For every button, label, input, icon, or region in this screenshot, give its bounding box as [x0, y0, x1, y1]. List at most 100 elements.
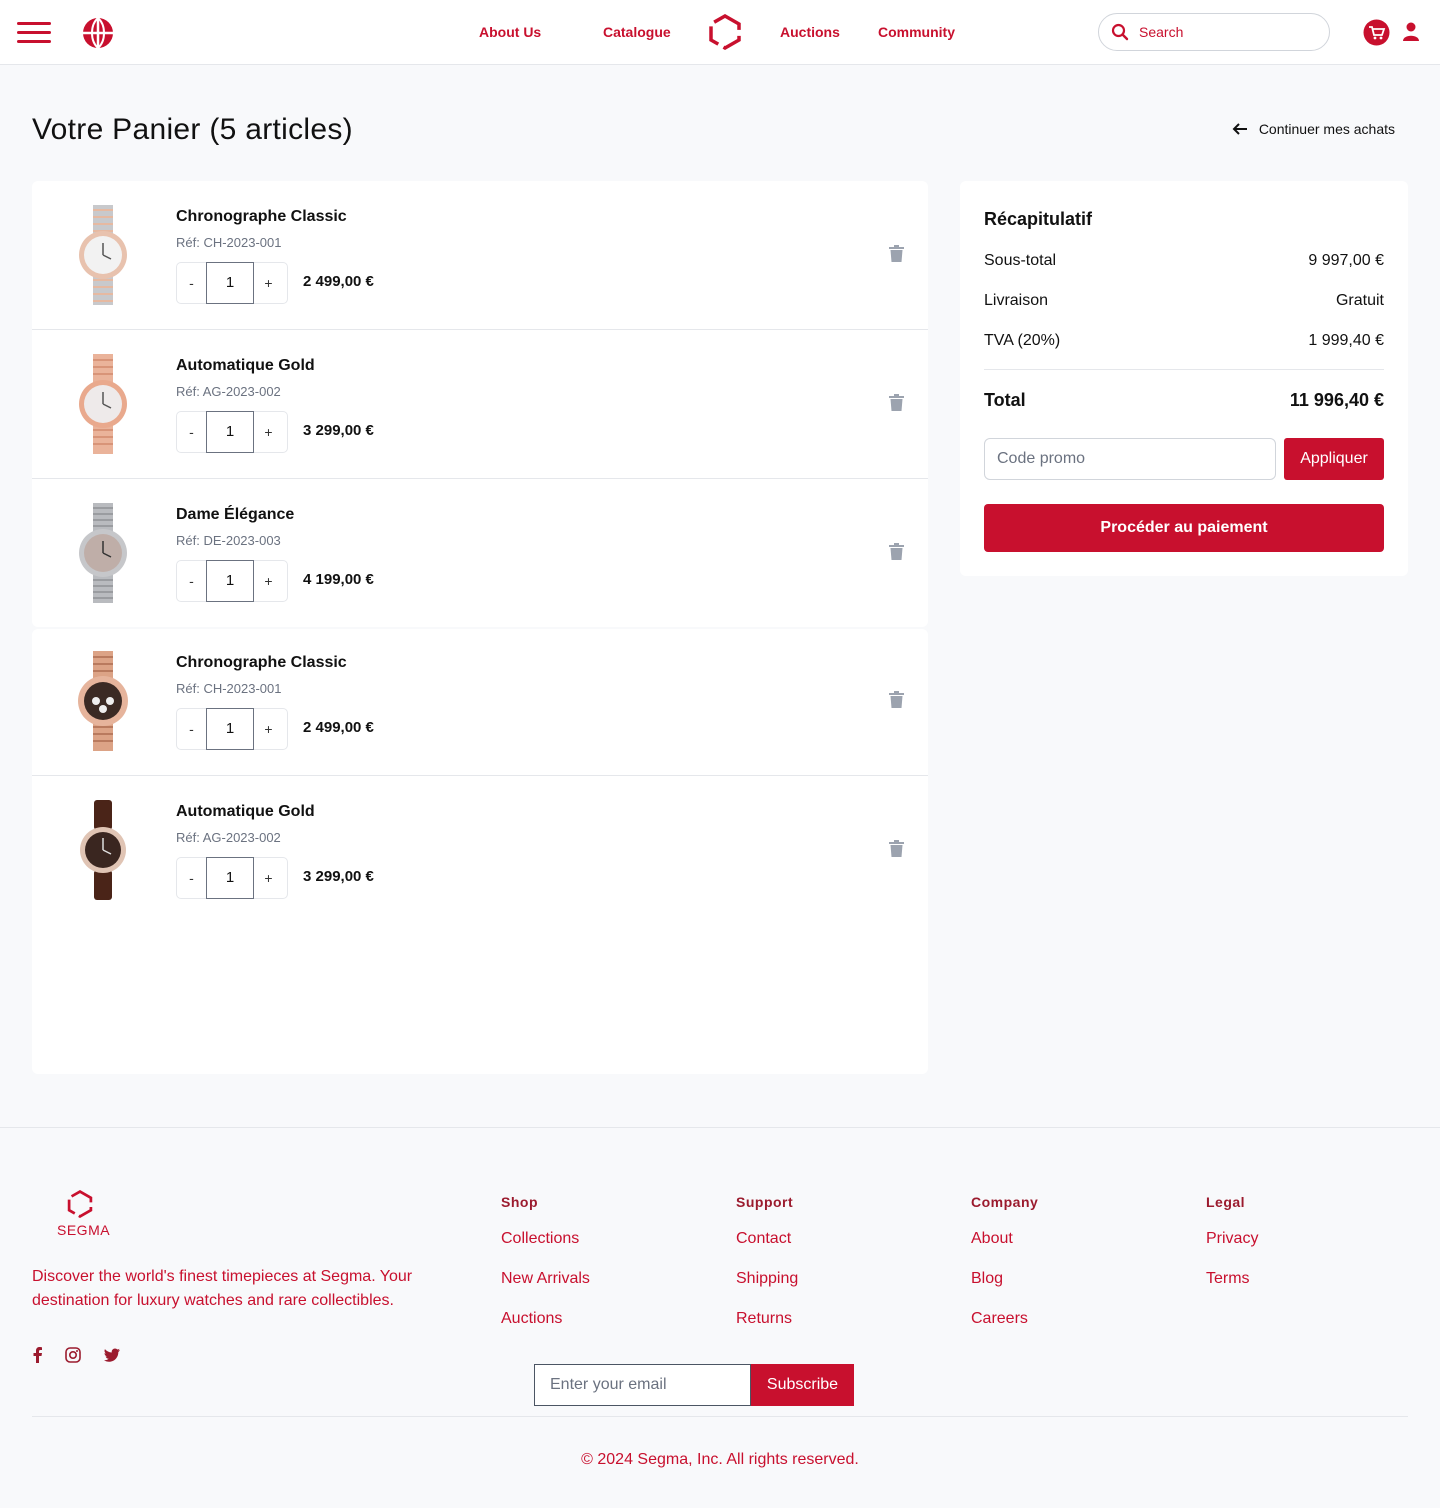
quantity-value[interactable]: 1 [206, 560, 254, 602]
footer-bottom-divider [32, 1416, 1408, 1417]
promo-code-input[interactable] [984, 438, 1276, 480]
quantity-value[interactable]: 1 [206, 411, 254, 453]
quantity-stepper: - 1 + [176, 560, 288, 602]
continue-shopping-link[interactable]: Continuer mes achats [1232, 121, 1395, 137]
total-label: Total [984, 390, 1026, 410]
item-ref: Réf: CH-2023-001 [176, 235, 282, 250]
watch-image [79, 354, 127, 454]
increase-qty-button[interactable]: + [254, 275, 283, 291]
page-title: Votre Panier (5 articles) [32, 113, 353, 146]
cart-item: Chronographe Classic Réf: CH-2023-001 - … [32, 627, 928, 776]
arrow-left-icon [1232, 123, 1247, 135]
increase-qty-button[interactable]: + [254, 424, 283, 440]
search-icon [1111, 23, 1129, 41]
decrease-qty-button[interactable]: - [177, 275, 206, 291]
subtotal-label: Sous-total [984, 252, 1057, 269]
footer-col-title-support: Support [736, 1194, 794, 1210]
item-name[interactable]: Automatique Gold [176, 803, 315, 821]
item-price: 2 499,00 € [303, 273, 374, 290]
shipping-value: Gratuit [1335, 292, 1384, 309]
footer-col-title-shop: Shop [501, 1194, 538, 1210]
quantity-stepper: - 1 + [176, 262, 288, 304]
tax-row: TVA (20%) 1 999,40 € [984, 332, 1384, 350]
watch-image [80, 800, 126, 900]
footer-link-auctions[interactable]: Auctions [501, 1310, 562, 1328]
item-name[interactable]: Dame Élégance [176, 506, 294, 524]
nav-about-us[interactable]: About Us [479, 24, 541, 40]
cart-item: Dame Élégance Réf: DE-2023-003 - 1 + 4 1… [32, 479, 928, 628]
nav-auctions[interactable]: Auctions [780, 24, 840, 40]
order-summary: Récapitulatif Sous-total 9 997,00 € Livr… [960, 181, 1408, 576]
item-ref: Réf: DE-2023-003 [176, 533, 281, 548]
footer-link-contact[interactable]: Contact [736, 1230, 791, 1248]
watch-image [78, 651, 128, 751]
cart-icon[interactable] [1363, 19, 1390, 46]
user-icon[interactable] [1402, 22, 1420, 42]
item-ref: Réf: AG-2023-002 [176, 830, 281, 845]
subscribe-button[interactable]: Subscribe [751, 1364, 854, 1406]
globe-icon[interactable] [82, 17, 114, 49]
tax-value: 1 999,40 € [1308, 332, 1384, 349]
footer-col-title-legal: Legal [1206, 1194, 1246, 1210]
top-navbar: About Us Catalogue Auctions Community [0, 0, 1440, 65]
decrease-qty-button[interactable]: - [177, 573, 206, 589]
trash-icon[interactable] [889, 840, 904, 857]
trash-icon[interactable] [889, 394, 904, 411]
watch-image [79, 503, 127, 603]
footer-link-privacy[interactable]: Privacy [1206, 1230, 1258, 1248]
increase-qty-button[interactable]: + [254, 721, 283, 737]
watch-image [79, 205, 127, 305]
twitter-icon[interactable] [104, 1347, 120, 1363]
footer-link-collections[interactable]: Collections [501, 1230, 579, 1248]
footer-link-about[interactable]: About [971, 1230, 1013, 1248]
trash-icon[interactable] [889, 245, 904, 262]
cart-item: Automatique Gold Réf: AG-2023-002 - 1 + … [32, 776, 928, 925]
continue-shopping-label: Continuer mes achats [1258, 121, 1395, 137]
facebook-icon[interactable] [30, 1347, 46, 1363]
trash-icon[interactable] [889, 543, 904, 560]
cart-items-list: Chronographe Classic Réf: CH-2023-001 - … [32, 181, 928, 1074]
increase-qty-button[interactable]: + [254, 573, 283, 589]
increase-qty-button[interactable]: + [254, 870, 283, 886]
newsletter-email-input[interactable] [534, 1364, 751, 1406]
cart-item: Chronographe Classic Réf: CH-2023-001 - … [32, 181, 928, 330]
quantity-value[interactable]: 1 [206, 857, 254, 899]
quantity-value[interactable]: 1 [206, 708, 254, 750]
footer-link-shipping[interactable]: Shipping [736, 1270, 798, 1288]
quantity-stepper: - 1 + [176, 708, 288, 750]
summary-divider [984, 369, 1384, 370]
search-box[interactable] [1098, 13, 1330, 51]
subtotal-value: 9 997,00 € [1308, 252, 1384, 269]
search-input[interactable] [1139, 24, 1309, 40]
decrease-qty-button[interactable]: - [177, 870, 206, 886]
item-name[interactable]: Automatique Gold [176, 357, 315, 375]
footer-link-terms[interactable]: Terms [1206, 1270, 1250, 1288]
footer-logo-icon[interactable] [66, 1190, 94, 1218]
item-price: 4 199,00 € [303, 571, 374, 588]
footer-link-returns[interactable]: Returns [736, 1310, 792, 1328]
trash-icon[interactable] [889, 691, 904, 708]
copyright-text: © 2024 Segma, Inc. All rights reserved. [581, 1451, 859, 1468]
item-ref: Réf: CH-2023-001 [176, 681, 282, 696]
footer-link-careers[interactable]: Careers [971, 1310, 1028, 1328]
checkout-button[interactable]: Procéder au paiement [984, 504, 1384, 552]
item-price: 3 299,00 € [303, 422, 374, 439]
quantity-value[interactable]: 1 [206, 262, 254, 304]
decrease-qty-button[interactable]: - [177, 721, 206, 737]
instagram-icon[interactable] [65, 1347, 81, 1363]
quantity-stepper: - 1 + [176, 857, 288, 899]
brand-logo-icon[interactable] [708, 14, 742, 50]
item-ref: Réf: AG-2023-002 [176, 384, 281, 399]
nav-community[interactable]: Community [878, 24, 955, 40]
footer-divider [0, 1127, 1440, 1128]
nav-catalogue[interactable]: Catalogue [603, 24, 671, 40]
menu-icon[interactable] [17, 22, 51, 44]
item-name[interactable]: Chronographe Classic [176, 654, 347, 672]
item-name[interactable]: Chronographe Classic [176, 208, 347, 226]
total-value: 11 996,40 € [1289, 390, 1384, 410]
apply-promo-button[interactable]: Appliquer [1284, 438, 1384, 480]
footer-link-blog[interactable]: Blog [971, 1270, 1003, 1288]
shipping-row: Livraison Gratuit [984, 292, 1384, 310]
decrease-qty-button[interactable]: - [177, 424, 206, 440]
footer-link-new-arrivals[interactable]: New Arrivals [501, 1270, 590, 1288]
